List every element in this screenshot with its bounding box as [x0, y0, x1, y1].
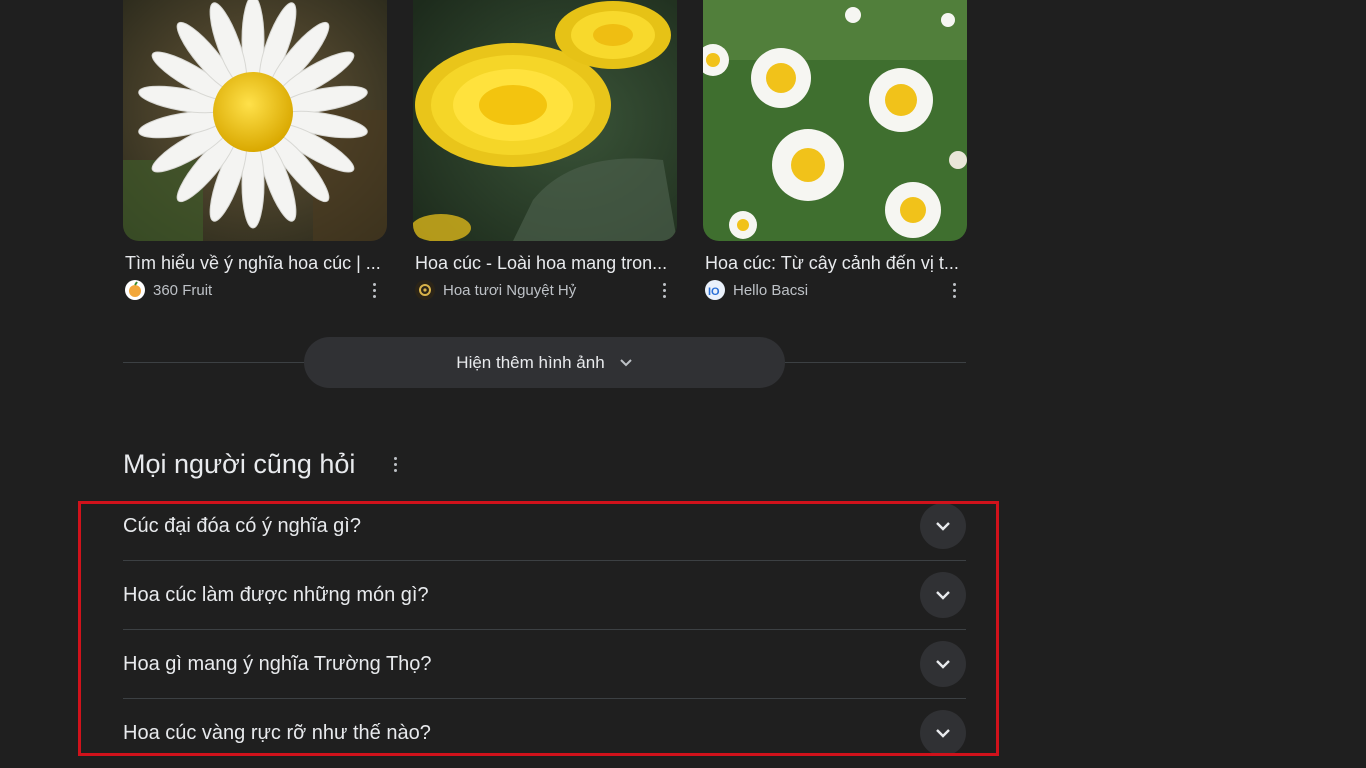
- image-result-title[interactable]: Tìm hiểu về ý nghĩa hoa cúc | ...: [125, 251, 387, 275]
- question-item[interactable]: Hoa cúc vàng rực rỡ như thế nào?: [123, 699, 966, 767]
- question-item[interactable]: Cúc đại đóa có ý nghĩa gì?: [123, 492, 966, 561]
- flower-shop-logo-icon: [415, 280, 435, 300]
- show-more-images-button[interactable]: Hiện thêm hình ảnh: [304, 337, 785, 388]
- question-text: Hoa cúc vàng rực rỡ như thế nào?: [123, 721, 431, 744]
- image-result-source[interactable]: Hoa tươi Nguyệt Hỷ: [415, 279, 576, 301]
- question-item[interactable]: Hoa cúc làm được những món gì?: [123, 561, 966, 630]
- image-result-source-name: 360 Fruit: [153, 281, 213, 299]
- image-result-title[interactable]: Hoa cúc - Loài hoa mang tron...: [415, 251, 677, 275]
- search-results-page: Tìm hiểu về ý nghĩa hoa cúc | ... 360 Fr…: [0, 0, 1366, 768]
- chevron-down-icon[interactable]: [920, 503, 966, 549]
- question-text: Hoa gì mang ý nghĩa Trường Thọ?: [123, 652, 432, 675]
- image-result-title[interactable]: Hoa cúc: Từ cây cảnh đến vị t...: [705, 251, 967, 275]
- show-more-images-label: Hiện thêm hình ảnh: [456, 352, 605, 372]
- people-also-ask-heading: Mọi người cũng hỏi: [123, 449, 356, 479]
- image-result-source[interactable]: 360 Fruit: [125, 279, 212, 301]
- more-options-icon[interactable]: [943, 279, 965, 301]
- daisy-field-photo[interactable]: [703, 0, 967, 241]
- hellobacsi-logo-icon: IO: [705, 280, 725, 300]
- fruit-logo-icon: [125, 280, 145, 300]
- image-result-source[interactable]: IO Hello Bacsi: [705, 279, 808, 301]
- yellow-chrysanthemum-photo[interactable]: [413, 0, 677, 241]
- image-result-card[interactable]: Tìm hiểu về ý nghĩa hoa cúc | ... 360 Fr…: [123, 0, 387, 300]
- question-text: Hoa cúc làm được những món gì?: [123, 583, 429, 606]
- image-result-card[interactable]: Hoa cúc - Loài hoa mang tron... Hoa tươi…: [413, 0, 677, 300]
- chevron-down-icon[interactable]: [920, 641, 966, 687]
- chevron-down-icon[interactable]: [920, 710, 966, 756]
- more-options-icon[interactable]: [363, 279, 385, 301]
- image-result-source-name: Hoa tươi Nguyệt Hỷ: [443, 281, 577, 299]
- more-options-icon[interactable]: [385, 454, 405, 474]
- svg-text:IO: IO: [708, 286, 720, 298]
- chevron-down-icon[interactable]: [920, 572, 966, 618]
- white-daisy-photo[interactable]: [123, 0, 387, 241]
- more-options-icon[interactable]: [653, 279, 675, 301]
- image-result-card[interactable]: Hoa cúc: Từ cây cảnh đến vị t... IO Hell…: [703, 0, 967, 300]
- question-text: Cúc đại đóa có ý nghĩa gì?: [123, 514, 361, 537]
- people-also-ask-list: Cúc đại đóa có ý nghĩa gì? Hoa cúc làm đ…: [123, 492, 966, 767]
- image-result-source-name: Hello Bacsi: [733, 281, 809, 299]
- chevron-down-icon: [619, 353, 633, 373]
- question-item[interactable]: Hoa gì mang ý nghĩa Trường Thọ?: [123, 630, 966, 699]
